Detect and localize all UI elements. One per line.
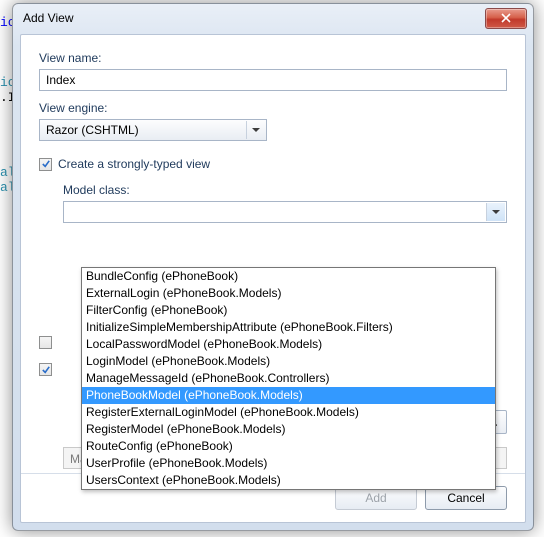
model-class-option[interactable]: FilterConfig (ePhoneBook)	[82, 302, 495, 319]
model-class-option[interactable]: RegisterExternalLoginModel (ePhoneBook.M…	[82, 404, 495, 421]
model-class-combo[interactable]	[63, 201, 507, 223]
model-class-dropdown-list[interactable]: BundleConfig (ePhoneBook)ExternalLogin (…	[81, 267, 496, 490]
strongly-typed-checkbox[interactable]	[39, 158, 52, 171]
add-view-dialog: Add View View name: View engine: Razor (…	[12, 3, 534, 531]
model-class-option[interactable]: PhoneBookModel (ePhoneBook.Models)	[82, 387, 495, 404]
strongly-typed-label: Create a strongly-typed view	[58, 157, 210, 171]
view-engine-value: Razor (CSHTML)	[46, 123, 139, 137]
model-class-option[interactable]: RouteConfig (ePhoneBook)	[82, 438, 495, 455]
close-icon	[501, 13, 511, 23]
model-class-option[interactable]: ManageMessageId (ePhoneBook.Controllers)	[82, 370, 495, 387]
view-name-input[interactable]	[39, 69, 507, 91]
view-engine-dropdown-arrow[interactable]	[246, 121, 265, 139]
view-engine-label: View engine:	[39, 101, 507, 115]
model-class-dropdown-arrow[interactable]	[486, 203, 505, 221]
scaffold-checkbox[interactable]	[39, 336, 52, 349]
model-class-option[interactable]: BundleConfig (ePhoneBook)	[82, 268, 495, 285]
titlebar[interactable]: Add View	[13, 4, 533, 32]
model-class-label: Model class:	[63, 183, 507, 197]
dialog-title: Add View	[23, 11, 485, 25]
dialog-client-area: View name: View engine: Razor (CSHTML) C…	[20, 34, 526, 523]
model-class-option[interactable]: RegisterModel (ePhoneBook.Models)	[82, 421, 495, 438]
view-engine-combo[interactable]: Razor (CSHTML)	[39, 119, 267, 141]
chevron-down-icon	[252, 128, 260, 132]
reference-scripts-checkbox[interactable]	[39, 363, 52, 376]
model-class-option[interactable]: LoginModel (ePhoneBook.Models)	[82, 353, 495, 370]
close-button[interactable]	[485, 8, 527, 29]
model-class-option[interactable]: ExternalLogin (ePhoneBook.Models)	[82, 285, 495, 302]
model-class-option[interactable]: UsersContext (ePhoneBook.Models)	[82, 472, 495, 489]
model-class-option[interactable]: LocalPasswordModel (ePhoneBook.Models)	[82, 336, 495, 353]
view-name-label: View name:	[39, 51, 507, 65]
model-class-option[interactable]: InitializeSimpleMembershipAttribute (ePh…	[82, 319, 495, 336]
chevron-down-icon	[492, 210, 500, 214]
model-class-option[interactable]: UserProfile (ePhoneBook.Models)	[82, 455, 495, 472]
